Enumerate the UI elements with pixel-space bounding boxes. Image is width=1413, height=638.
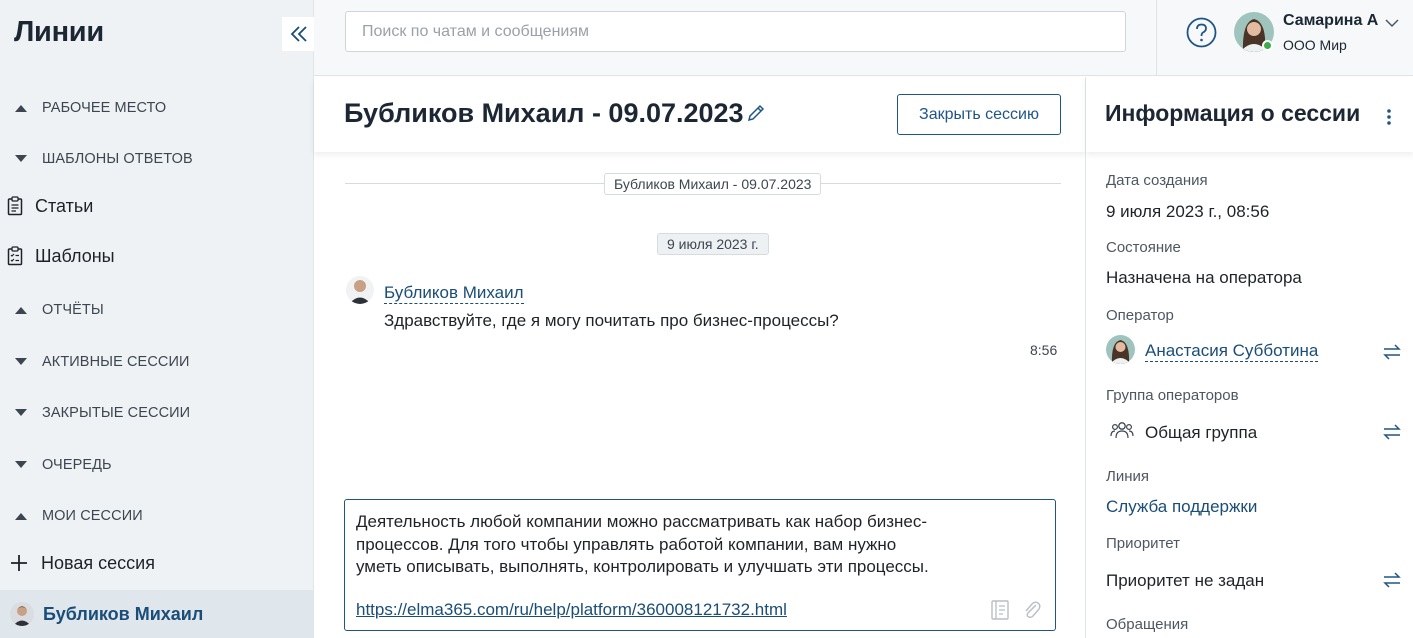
line-label: Линия [1106,468,1150,485]
info-title: Информация о сессии [1105,100,1361,126]
chevron-down-icon[interactable] [1385,15,1399,28]
operator-label: Оператор [1106,307,1174,324]
kebab-menu-icon[interactable] [1379,105,1399,129]
sidebar-item-label: ШАБЛОНЫ ОТВЕТОВ [42,151,193,167]
close-session-button[interactable]: Закрыть сессию [897,94,1061,135]
priority-value: Приоритет не задан [1106,571,1265,590]
caret-down-icon [14,154,28,164]
user-organization: ООО Мир [1283,37,1347,53]
avatar [346,276,374,304]
help-icon[interactable] [1186,17,1217,48]
sidebar-item-session-bublikov[interactable]: Бубликов Михаил [0,590,314,638]
sidebar-item-label: ОЧЕРЕДЬ [42,457,112,473]
sidebar-item-label: АКТИВНЫЕ СЕССИИ [42,354,190,370]
sidebar-section-my-sessions[interactable]: МОИ СЕССИИ [0,496,314,536]
message-time: 8:56 [1030,342,1058,358]
composer-line: уметь описывать, выполнять, контролирова… [356,557,929,576]
message-composer[interactable]: Деятельность любой компании можно рассма… [344,499,1056,631]
caret-down-icon [14,408,28,418]
sidebar-section-queue[interactable]: ОЧЕРЕДЬ [0,445,314,485]
collapse-sidebar-button[interactable] [282,17,316,51]
user-name[interactable]: Самарина А [1283,12,1378,30]
sidebar-item-label: ОТЧЁТЫ [42,302,104,318]
clipboard-icon [6,195,24,217]
plus-icon [10,552,28,574]
sidebar-section-active-sessions[interactable]: АКТИВНЫЕ СЕССИИ [0,342,314,382]
divider [1156,0,1157,76]
clipboard-list-icon [6,245,24,267]
caret-up-icon [14,511,28,521]
session-info-panel: Информация о сессии Дата создания 9 июля… [1085,77,1413,638]
double-chevron-left-icon [290,26,307,42]
operator-avatar [1106,335,1135,364]
pencil-icon[interactable] [746,103,766,123]
composer-link[interactable]: https://elma365.com/ru/help/platform/360… [356,600,787,620]
paperclip-icon[interactable] [1022,599,1042,621]
sidebar-item-label: Статьи [35,195,94,216]
sidebar-item-articles[interactable]: Статьи [0,186,314,226]
sidebar-item-label: ЗАКРЫТЫЕ СЕССИИ [42,405,191,421]
composer-line: Деятельность любой компании можно рассма… [356,512,928,531]
requests-label: Обращения [1106,616,1189,633]
operator-group-label: Группа операторов [1106,387,1239,404]
caret-up-icon [14,103,28,113]
sidebar-section-reports[interactable]: ОТЧЁТЫ [0,290,314,330]
sidebar-item-templates[interactable]: Шаблоны [0,236,314,276]
sidebar-item-label: Новая сессия [41,552,155,573]
new-session-button[interactable]: Новая сессия [0,543,314,583]
online-status-indicator [1262,40,1273,51]
sidebar-item-label: Бубликов Михаил [43,603,204,624]
operator-link[interactable]: Анастасия Субботина [1145,341,1319,362]
composer-text[interactable]: Деятельность любой компании можно рассма… [356,511,976,579]
search-input[interactable] [345,11,1126,52]
sidebar-title: Линии [14,16,104,48]
chat-panel: Бубликов Михаил - 09.07.2023 Закрыть сес… [314,77,1085,638]
message-author-link[interactable]: Бубликов Михаил [384,283,524,304]
swap-icon[interactable] [1382,572,1402,588]
caret-down-icon [14,460,28,470]
sidebar-item-label: МОИ СЕССИИ [42,508,143,524]
message-text: Здравствуйте, где я могу почитать про би… [384,311,839,330]
state-value: Назначена на оператора [1106,268,1302,287]
sidebar-section-workplace[interactable]: РАБОЧЕЕ МЕСТО [0,88,314,128]
top-bar: Самарина А ООО Мир [314,0,1413,76]
sidebar-item-label: Шаблоны [35,245,115,266]
created-value: 9 июля 2023 г., 08:56 [1106,202,1270,221]
template-icon[interactable] [990,599,1010,621]
chat-title: Бубликов Михаил - 09.07.2023 [344,98,744,128]
composer-line: процессов. Для того чтобы управлять рабо… [356,534,897,554]
info-header: Информация о сессии [1086,77,1413,152]
avatar [10,602,34,626]
sidebar-section-closed-sessions[interactable]: ЗАКРЫТЫЕ СЕССИИ [0,393,314,433]
line-value-link[interactable]: Служба поддержки [1106,497,1257,517]
swap-icon[interactable] [1382,344,1402,360]
sidebar-section-answer-templates[interactable]: ШАБЛОНЫ ОТВЕТОВ [0,139,314,179]
priority-label: Приоритет [1106,535,1180,552]
chat-header: Бубликов Михаил - 09.07.2023 Закрыть сес… [314,77,1085,152]
sidebar-item-label: РАБОЧЕЕ МЕСТО [42,100,167,116]
app-window: Линии РАБОЧЕЕ МЕСТО ШАБЛОНЫ ОТВЕТОВ Стат… [0,0,1413,638]
swap-icon[interactable] [1382,424,1402,440]
created-label: Дата создания [1106,172,1208,189]
users-icon [1110,420,1134,440]
date-chip: 9 июля 2023 г. [657,233,769,255]
caret-down-icon [14,357,28,367]
caret-up-icon [14,305,28,315]
state-label: Состояние [1106,239,1181,256]
sidebar: Линии РАБОЧЕЕ МЕСТО ШАБЛОНЫ ОТВЕТОВ Стат… [0,0,316,638]
operator-group-value: Общая группа [1145,423,1258,442]
session-chip: Бубликов Михаил - 09.07.2023 [604,173,822,195]
